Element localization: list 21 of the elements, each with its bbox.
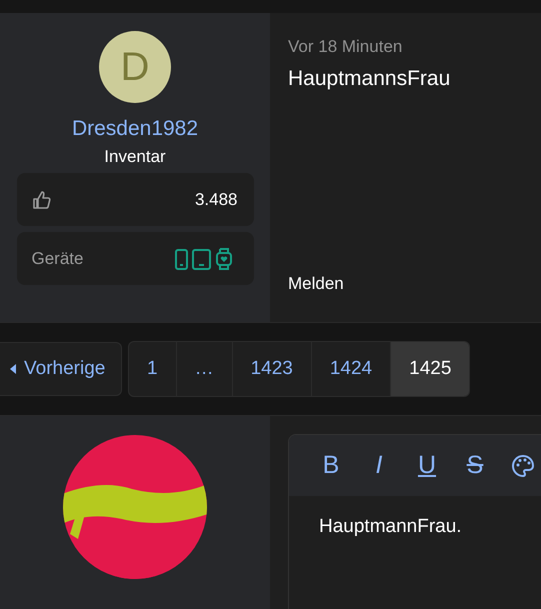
- caret-icon: [10, 364, 16, 374]
- devices-label: Geräte: [32, 248, 84, 268]
- page-button[interactable]: 1423: [232, 342, 312, 396]
- editor-text: HauptmannFrau.: [319, 516, 463, 538]
- user-rank: Inventar: [104, 147, 166, 167]
- previous-button[interactable]: Vorherige: [0, 342, 122, 396]
- page-button[interactable]: …: [176, 342, 233, 396]
- bold-button[interactable]: B: [315, 451, 347, 480]
- likes-count: 3.488: [194, 190, 238, 210]
- underline-button[interactable]: U: [411, 451, 443, 480]
- thumbs-up-icon: [32, 190, 52, 210]
- post-text: HauptmannsFrau: [288, 67, 452, 91]
- report-link[interactable]: Melden: [288, 274, 523, 294]
- page-button[interactable]: 1: [129, 342, 177, 396]
- palette-icon: [511, 454, 535, 478]
- post-time: Vor 18 Minuten: [288, 37, 404, 57]
- strikethrough-button[interactable]: S: [459, 451, 491, 480]
- page-button[interactable]: 1425: [391, 342, 470, 396]
- italic-button[interactable]: I: [363, 451, 395, 480]
- username-link[interactable]: Dresden1982: [72, 117, 198, 141]
- editor[interactable]: B I U S HauptmannFrau.: [288, 434, 541, 609]
